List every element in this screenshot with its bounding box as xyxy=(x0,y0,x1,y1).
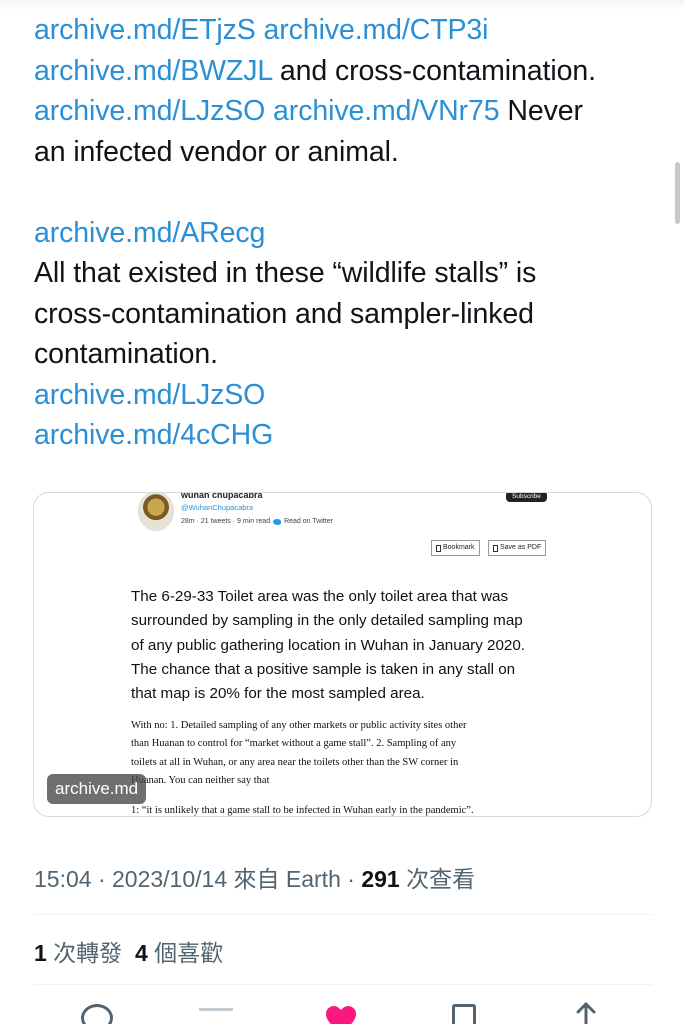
bookmark-button[interactable]: Bookmark xyxy=(431,540,480,556)
tweet-text-run: an infected vendor or animal. xyxy=(34,135,399,168)
domain-badge: archive.md xyxy=(47,774,147,804)
likes-label: 個喜歡 xyxy=(147,940,224,966)
tweet-line: archive.md/4cCHG xyxy=(34,415,659,456)
tweet-text-run: and cross-contamination. xyxy=(272,54,596,87)
bookmark-label: Bookmark xyxy=(443,544,475,551)
scroll-indicator[interactable] xyxy=(675,162,680,224)
card-body-line: that map is 20% for the most sampled are… xyxy=(131,685,425,703)
card-body-line: The chance that a positive sample is tak… xyxy=(131,660,516,678)
read-on-twitter-link[interactable]: Read on Twitter xyxy=(284,518,333,525)
tweet-text-run: Never xyxy=(499,95,583,127)
card-body-text: The 6-29-33 Toilet area was the only toi… xyxy=(131,585,566,706)
retweets-stat[interactable]: 1 次轉發 xyxy=(34,940,122,966)
card-serif-line: With no: 1. Detailed sampling of any oth… xyxy=(131,720,467,731)
likes-count: 4 xyxy=(134,940,148,966)
document-small-icon xyxy=(493,544,498,552)
tweet-line: archive.md/LJzSO archive.md/VNr75 Never xyxy=(34,91,659,132)
author-handle[interactable]: @WuhanChupacabra xyxy=(181,503,253,512)
timestamp-text: 15:04 · 2023/10/14 來自 Earth · xyxy=(34,866,362,892)
share-icon[interactable] xyxy=(574,1001,598,1024)
divider xyxy=(34,984,652,985)
tweet-text-run: All that existed in these “wildlife stal… xyxy=(34,257,537,289)
reply-icon[interactable] xyxy=(81,1004,113,1024)
archive-link[interactable]: archive.md/LJzSO archive.md/VNr75 xyxy=(34,95,500,127)
tweet-line: archive.md/BWZJL and cross-contamination… xyxy=(34,51,659,92)
action-bar xyxy=(0,1000,684,1024)
card-serif-line: toilets at all in Wuhan, or any area nea… xyxy=(131,756,459,768)
thread-meta: 28m · 21 tweets · 9 min read xyxy=(181,518,271,525)
save-pdf-label: Save as PDF xyxy=(500,544,542,551)
archive-link[interactable]: archive.md/ARecg xyxy=(34,217,265,249)
bookmark-small-icon xyxy=(436,544,441,552)
tweet-line: All that existed in these “wildlife stal… xyxy=(34,253,659,294)
top-fade xyxy=(0,0,684,10)
archive-link[interactable]: archive.md/ETjzS archive.md/CTP3i xyxy=(34,14,489,46)
tweet-timestamp: 15:04 · 2023/10/14 來自 Earth · 291 次查看 xyxy=(34,860,475,894)
tweet-text-run: contamination. xyxy=(34,338,218,370)
archive-link[interactable]: archive.md/4cCHG xyxy=(34,419,273,451)
retweets-label: 次轉發 xyxy=(46,940,123,966)
tweet-line: archive.md/ARecg xyxy=(34,213,659,254)
tweet-line: an infected vendor or animal. xyxy=(34,132,659,173)
tweet-line: archive.md/LJzSO xyxy=(34,375,659,416)
author-meta: 28m · 21 tweets · 9 min read Read on Twi… xyxy=(181,518,333,525)
subscribe-button[interactable]: Subscribe xyxy=(506,493,547,502)
engagement-stats: 1 次轉發 4 個喜歡 xyxy=(34,934,223,968)
serif-last-line: 1: “it is unlikely that a game stall to … xyxy=(131,805,474,817)
author-avatar xyxy=(138,493,174,531)
views-label: 次查看 xyxy=(399,866,476,892)
card-body-line: The 6-29-33 Toilet area was the only toi… xyxy=(131,588,509,605)
like-icon[interactable] xyxy=(325,1006,357,1024)
retweet-icon[interactable] xyxy=(199,1008,233,1024)
tweet-line: contamination. xyxy=(34,334,659,375)
tweet-line: archive.md/ETjzS archive.md/CTP3i xyxy=(34,10,659,51)
save-pdf-button[interactable]: Save as PDF xyxy=(488,540,547,556)
archive-link[interactable]: archive.md/BWZJL xyxy=(34,55,272,87)
retweets-count: 1 xyxy=(34,940,47,966)
tweet-line: cross-contamination and sampler-linked xyxy=(34,294,659,335)
bookmark-icon[interactable] xyxy=(452,1004,476,1024)
archive-link[interactable]: archive.md/LJzSO xyxy=(34,379,265,411)
card-serif-line: Huanan. You can neither say that xyxy=(131,774,270,786)
tweet-text-run: cross-contamination and sampler-linked xyxy=(34,297,534,330)
likes-stat[interactable]: 4 個喜歡 xyxy=(135,940,223,966)
divider xyxy=(34,914,652,915)
link-preview-card[interactable]: wuhan chupacabra @WuhanChupacabra 28m · … xyxy=(33,492,652,817)
card-body-line: of any public gathering location in Wuha… xyxy=(131,636,526,654)
views-count: 291 xyxy=(361,866,400,892)
card-serif-line: than Huanan to control for “market witho… xyxy=(131,738,457,750)
card-serif-text: With no: 1. Detailed sampling of any oth… xyxy=(131,717,571,817)
twitter-bird-icon xyxy=(273,518,282,525)
tweet-text: archive.md/ETjzS archive.md/CTP3i archive… xyxy=(34,10,659,456)
card-body-line: surrounded by sampling in the only detai… xyxy=(131,612,523,630)
author-name: wuhan chupacabra xyxy=(181,492,263,500)
